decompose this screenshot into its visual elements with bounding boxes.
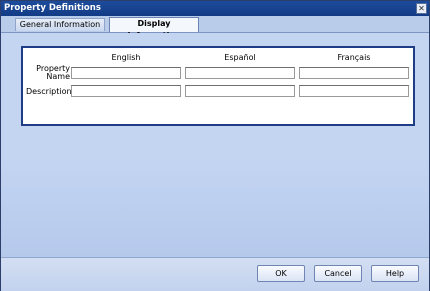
title-bar[interactable]: Property Definitions ✕ xyxy=(1,1,429,16)
row-label-property-line2: Name xyxy=(46,72,70,81)
property-name-francais-field[interactable] xyxy=(299,67,409,79)
display-information-panel: English Español Français Property Name D… xyxy=(21,46,415,126)
row-label-description: Description xyxy=(26,87,72,96)
property-name-espanol-field[interactable] xyxy=(185,67,295,79)
help-button[interactable]: Help xyxy=(371,265,419,282)
column-header-espanol: Español xyxy=(224,53,256,62)
close-icon[interactable]: ✕ xyxy=(416,3,427,14)
column-header-english: English xyxy=(111,53,141,62)
window-title: Property Definitions xyxy=(4,3,101,13)
column-header-francais: Français xyxy=(337,53,371,62)
content-area: English Español Français Property Name D… xyxy=(1,33,429,257)
tab-display-information[interactable]: Display Information xyxy=(109,17,199,40)
cancel-button[interactable]: Cancel xyxy=(314,265,362,282)
button-bar: OK Cancel Help xyxy=(1,257,429,291)
dialog-window: Property Definitions ✕ General Informati… xyxy=(0,0,430,291)
property-name-english-field[interactable] xyxy=(71,67,181,79)
ok-button[interactable]: OK xyxy=(257,265,305,282)
tab-general-information[interactable]: General Information xyxy=(15,18,105,31)
description-espanol-field[interactable] xyxy=(185,85,295,97)
description-english-field[interactable] xyxy=(71,85,181,97)
row-label-property-name: Property Name xyxy=(26,65,70,81)
description-francais-field[interactable] xyxy=(299,85,409,97)
tab-strip: General Information Display Information xyxy=(1,16,429,40)
